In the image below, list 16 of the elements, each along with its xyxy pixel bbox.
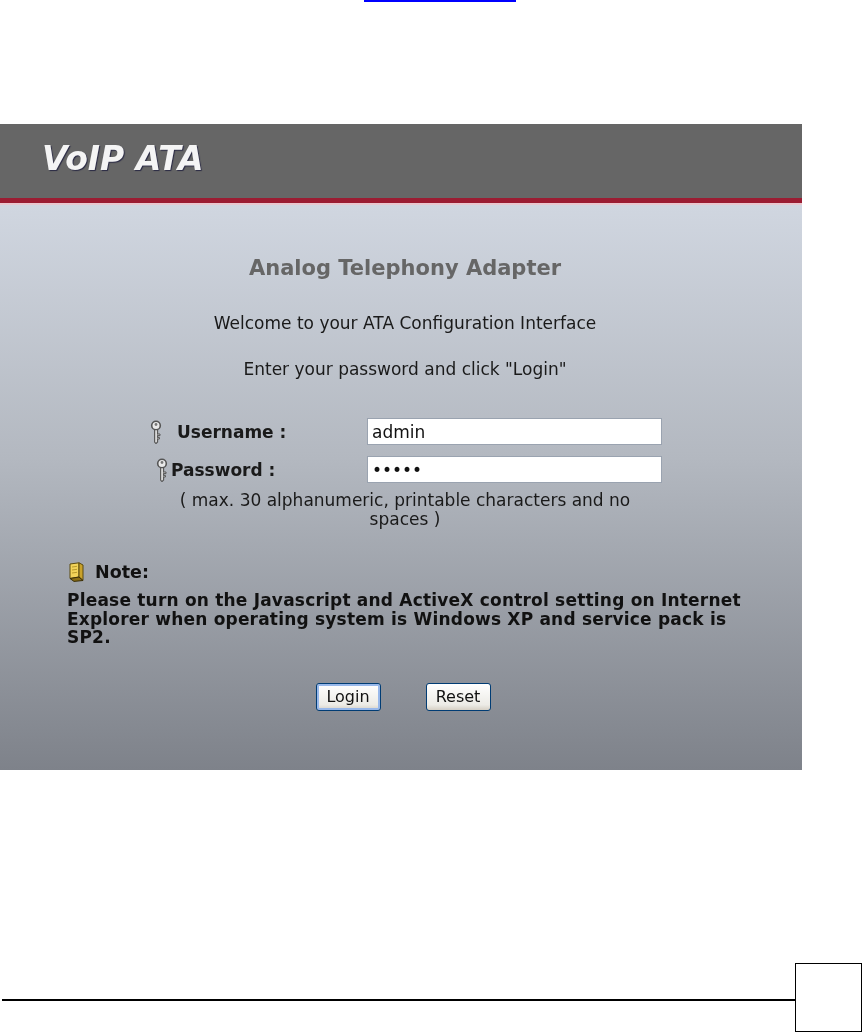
password-field[interactable]: ••••• bbox=[367, 456, 662, 483]
text-field[interactable]: admin bbox=[367, 418, 662, 445]
key-icon bbox=[150, 419, 162, 444]
page-heading: Analog Telephony Adapter bbox=[247, 256, 562, 280]
notebook-icon bbox=[67, 562, 87, 582]
reset-button[interactable]: Reset bbox=[425, 682, 491, 711]
field-label: Username : bbox=[177, 421, 287, 442]
login-button[interactable]: Login bbox=[315, 682, 381, 711]
key-icon bbox=[156, 457, 168, 482]
field-label: Password : bbox=[171, 459, 276, 480]
welcome-text: Welcome to your ATA Configuration Interface bbox=[212, 313, 598, 333]
note-text: Please turn on the Javascript and ActiveX control setting on Internet Explorer when operating system is Windows XP and service pack is SP2. bbox=[67, 591, 742, 647]
hint-text: ( max. 30 alphanumeric, printable characters and no spaces ) bbox=[178, 491, 632, 529]
logo-text: VoIP ATA bbox=[42, 141, 204, 177]
instruction-text: Enter your password and click "Login" bbox=[242, 359, 568, 379]
note-label: Note: bbox=[95, 562, 149, 582]
